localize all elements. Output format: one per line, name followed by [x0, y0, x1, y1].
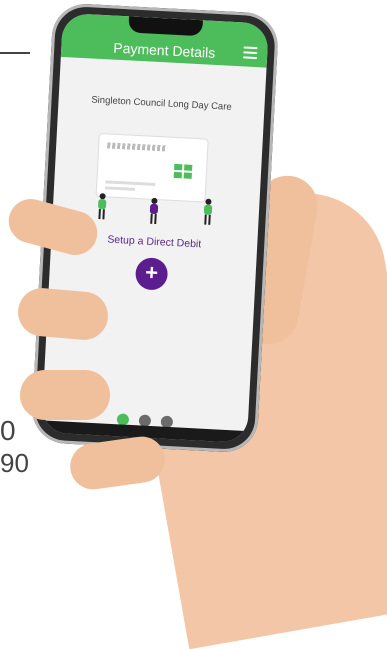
organization-name: Singleton Council Long Day Care [91, 94, 232, 113]
person-illustration [96, 193, 107, 220]
background-text: 0 [0, 415, 16, 446]
card-chip-icon [173, 163, 193, 179]
person-illustration [202, 198, 213, 225]
credit-card-illustration [95, 132, 209, 203]
page-title: Payment Details [112, 39, 216, 61]
add-direct-debit-button[interactable]: + [134, 257, 169, 291]
background-divider [0, 52, 30, 54]
hamburger-menu-icon[interactable] [242, 46, 258, 60]
background-text: 90 [0, 448, 29, 478]
card-line [104, 186, 136, 191]
hand-finger [16, 286, 110, 342]
hand-finger [20, 370, 110, 420]
person-illustration [148, 197, 159, 225]
card-number-placeholder [107, 142, 168, 152]
card-line [105, 180, 156, 186]
